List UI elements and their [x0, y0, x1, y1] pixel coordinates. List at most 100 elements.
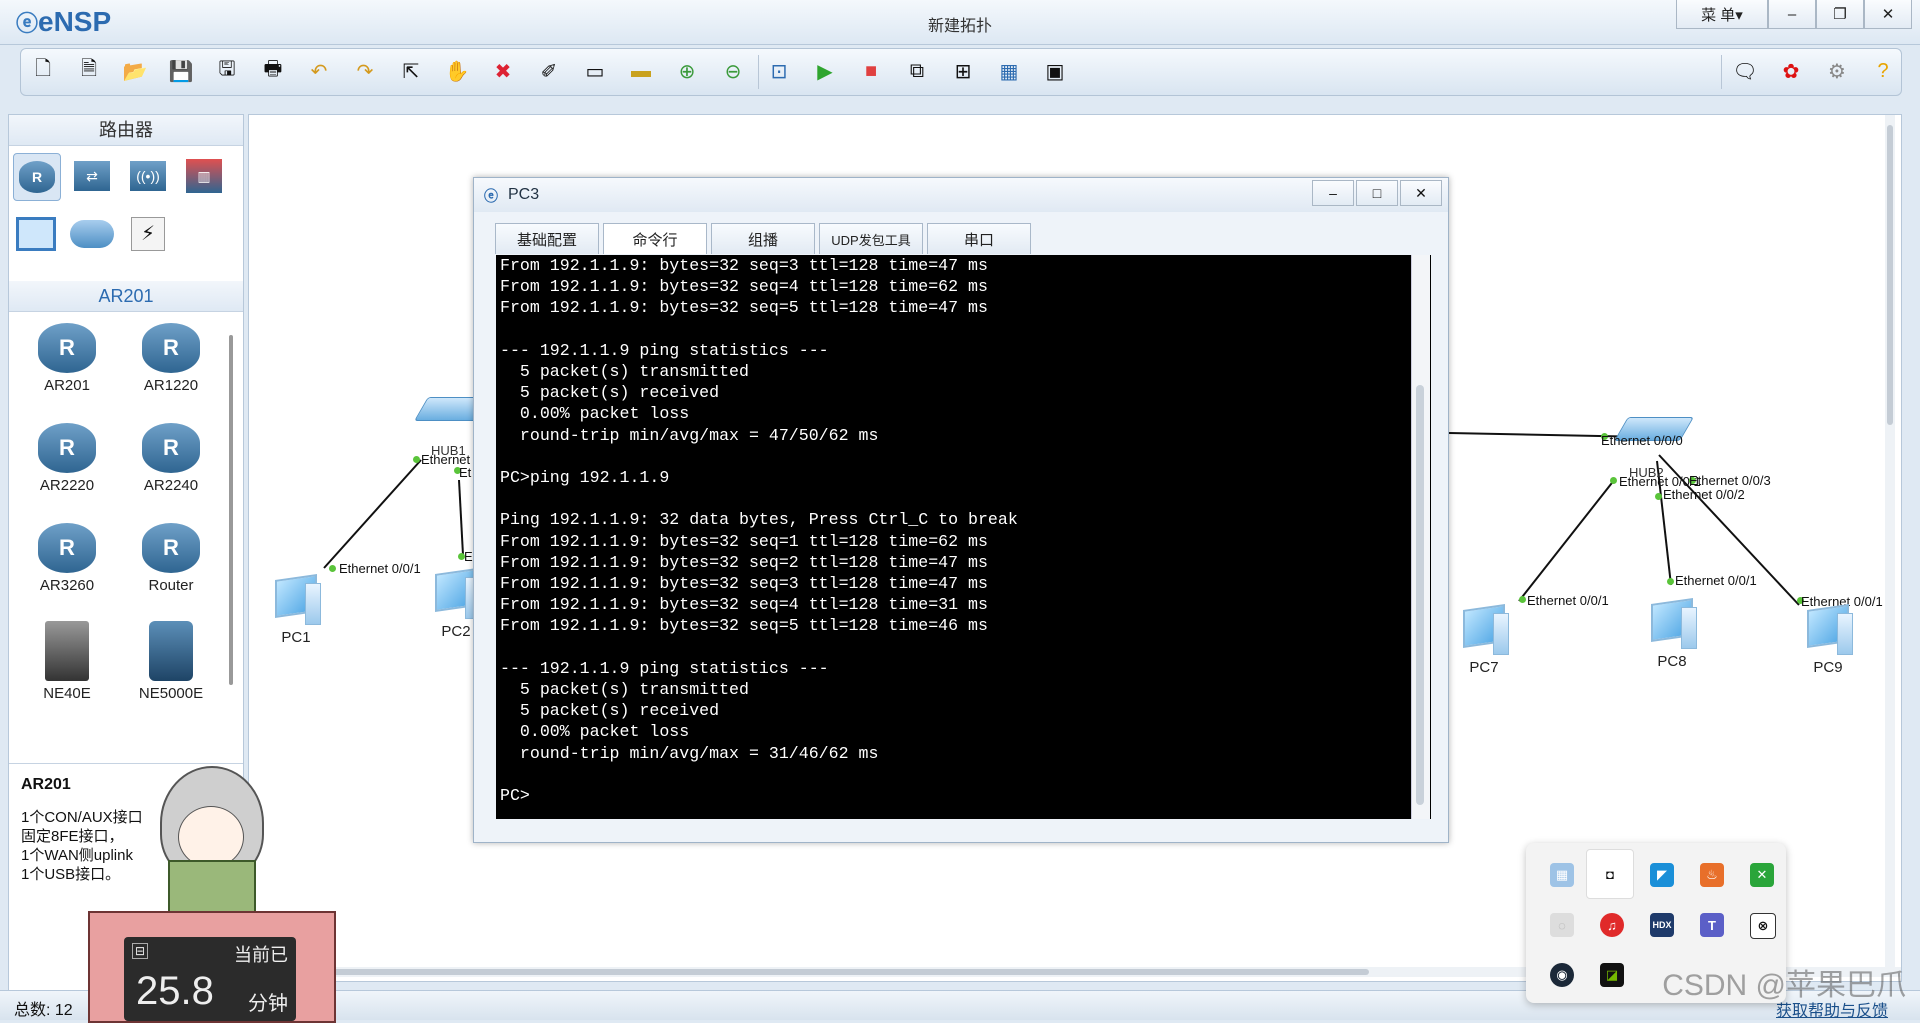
text-icon[interactable]: ▭: [581, 57, 609, 85]
hand-icon[interactable]: ✋: [443, 57, 471, 85]
title-bar: ⓔeNSP 新建拓扑 菜 单▾ – ❐ ✕: [0, 0, 1920, 45]
close-button[interactable]: ✕: [1864, 0, 1912, 29]
pc7[interactable]: PC7: [1457, 603, 1511, 676]
zoom-out-icon[interactable]: ⊖: [719, 57, 747, 85]
router-category-icon[interactable]: R: [13, 153, 61, 201]
desc-line: 1个WAN侧uplink: [21, 847, 133, 864]
router-icon: R: [38, 423, 96, 473]
terminal-text: From 192.1.1.9: bytes=32 seq=3 ttl=128 t…: [500, 256, 1018, 806]
menu-button[interactable]: 菜 单▾: [1676, 0, 1768, 29]
settings-icon[interactable]: ⚙: [1823, 57, 1851, 85]
widget-unit: 分钟: [248, 993, 288, 1015]
device-router[interactable]: R Router: [123, 523, 219, 594]
dialog-maximize-button[interactable]: □: [1356, 180, 1398, 206]
chat-icon[interactable]: 🗨: [1731, 57, 1759, 85]
print-icon[interactable]: 🖶: [259, 57, 287, 85]
tab-serial[interactable]: 串口: [927, 223, 1031, 254]
undo-icon[interactable]: ↶: [305, 57, 333, 85]
pc-icon: [1645, 597, 1699, 653]
main-toolbar: 🗋 🗎 📂 💾 🖫 🖶 ↶ ↷ ⇱ ✋ ✖ ✐ ▭ ▬ ⊕ ⊖ ⊡ ▶ ■ ⧉ …: [20, 48, 1902, 96]
pc3-title-bar[interactable]: ⓔ PC3 – □ ✕: [474, 178, 1448, 212]
pc9[interactable]: PC9: [1801, 603, 1855, 676]
dialog-minimize-button[interactable]: –: [1312, 180, 1354, 206]
pc-category-icon[interactable]: [13, 211, 59, 257]
anime-character-image: [140, 756, 280, 920]
new-lab-icon[interactable]: 🗎: [75, 57, 103, 85]
delete-icon[interactable]: ✖: [489, 57, 517, 85]
tray-nvidia-icon[interactable]: ◪: [1600, 963, 1624, 987]
topology-icon[interactable]: ⊞: [949, 57, 977, 85]
router-icon: R: [142, 523, 200, 573]
desc-line: 固定8FE接口，: [21, 828, 124, 845]
tab-command-line[interactable]: 命令行: [603, 223, 707, 254]
link-category-icon[interactable]: ⚡: [125, 211, 171, 257]
restore-button[interactable]: ❐: [1816, 0, 1864, 29]
huawei-icon[interactable]: ✿: [1777, 57, 1805, 85]
pc8[interactable]: PC8: [1645, 597, 1699, 670]
ensp-icon: ⓔ: [484, 188, 498, 204]
zoom-in-icon[interactable]: ⊕: [673, 57, 701, 85]
device-ar201[interactable]: R AR201: [19, 323, 115, 394]
hub2-port-label: Ethernet 0/0/0: [1601, 433, 1683, 448]
router-icon: R: [38, 523, 96, 573]
tab-udp-tool[interactable]: UDP发包工具: [819, 223, 923, 254]
save-icon[interactable]: 💾: [167, 57, 195, 85]
device-ne40e[interactable]: NE40E: [19, 621, 115, 702]
chassis-icon: [149, 621, 193, 681]
help-icon[interactable]: ?: [1869, 57, 1897, 85]
tray-bookmark-icon[interactable]: ◘: [1586, 849, 1634, 899]
terminal-scrollbar[interactable]: [1411, 255, 1430, 819]
pc3-title: PC3: [508, 186, 540, 203]
redo-icon[interactable]: ↷: [351, 57, 379, 85]
select-icon[interactable]: ⇱: [397, 57, 425, 85]
tray-cloud-icon[interactable]: ◤: [1650, 863, 1674, 887]
fit-icon[interactable]: ⊡: [765, 57, 793, 85]
tray-faded-icon[interactable]: ◌: [1550, 913, 1574, 937]
watermark: CSDN @苹果巴爪: [1662, 969, 1906, 1002]
terminal-output[interactable]: From 192.1.1.9: bytes=32 seq=3 ttl=128 t…: [496, 255, 1431, 819]
tray-steam-icon[interactable]: ◉: [1550, 963, 1574, 987]
tray-hdx-icon[interactable]: HDX: [1650, 913, 1674, 937]
widget-value: 25.8: [136, 969, 214, 1013]
save-as-icon[interactable]: 🖫: [213, 57, 241, 85]
device-ar3260[interactable]: R AR3260: [19, 523, 115, 594]
tray-java-icon[interactable]: ♨: [1700, 863, 1724, 887]
terminal-icon[interactable]: ▣: [1041, 57, 1069, 85]
shape-icon[interactable]: ▬: [627, 57, 655, 85]
minimize-button[interactable]: –: [1768, 0, 1816, 29]
open-icon[interactable]: 📂: [121, 57, 149, 85]
pc1-port-label: Ethernet 0/0/1: [339, 561, 421, 576]
grid-icon[interactable]: ▦: [995, 57, 1023, 85]
pc-icon: [1801, 603, 1855, 659]
pc1[interactable]: PC1: [269, 573, 323, 646]
device-ar1220[interactable]: R AR1220: [123, 323, 219, 394]
delete-all-links-icon[interactable]: ✐: [535, 57, 563, 85]
start-icon[interactable]: ▶: [811, 57, 839, 85]
wlan-category-icon[interactable]: ((•)): [125, 153, 171, 199]
router-icon: R: [142, 423, 200, 473]
capture-icon[interactable]: ⧉: [903, 57, 931, 85]
tray-xbox-icon[interactable]: ✕: [1750, 863, 1774, 887]
new-topology-icon[interactable]: 🗋: [29, 57, 57, 85]
device-count: 总数: 12: [14, 1002, 73, 1019]
window-title: 新建拓扑: [927, 18, 992, 35]
hub1-port-label: Et: [459, 465, 472, 480]
panel-scrollbar[interactable]: [229, 335, 233, 685]
tray-teams-icon[interactable]: T: [1700, 913, 1724, 937]
canvas-v-scrollbar[interactable]: [1885, 115, 1895, 967]
device-ar2240[interactable]: R AR2240: [123, 423, 219, 494]
firewall-category-icon[interactable]: ▥: [181, 153, 227, 199]
tray-app-icon[interactable]: ▦: [1550, 863, 1574, 887]
device-ne5000e[interactable]: NE5000E: [123, 621, 219, 702]
tray-netease-music-icon[interactable]: ♫: [1600, 913, 1624, 937]
stop-icon[interactable]: ■: [857, 57, 885, 85]
device-ar2220[interactable]: R AR2220: [19, 423, 115, 494]
pc8-port-label: Ethernet 0/0/1: [1675, 573, 1757, 588]
tray-vpn-icon[interactable]: ⊗: [1750, 913, 1776, 939]
tab-multicast[interactable]: 组播: [711, 223, 815, 254]
hub2-port-label: Ethernet 0/0/2: [1663, 487, 1745, 502]
tab-basic-config[interactable]: 基础配置: [495, 223, 599, 254]
switch-category-icon[interactable]: ⇄: [69, 153, 115, 199]
cloud-category-icon[interactable]: [69, 211, 115, 257]
dialog-close-button[interactable]: ✕: [1400, 180, 1442, 206]
